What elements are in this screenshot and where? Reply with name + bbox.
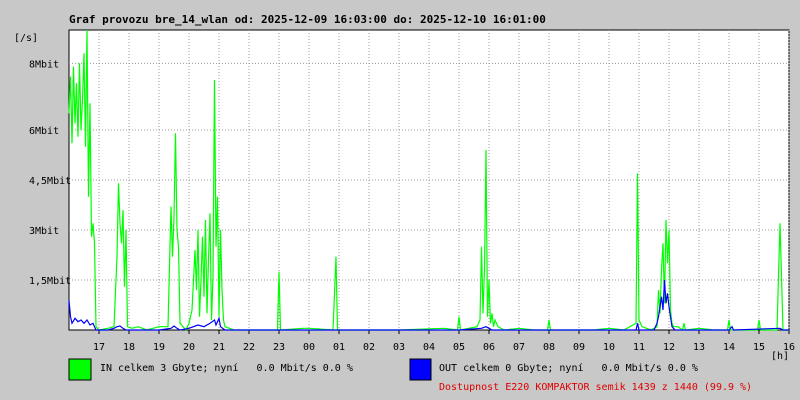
x-axis-unit-label: [h] [771,351,789,362]
x-tick-label: 09 [573,342,585,353]
y-tick-labels: 1,5Mbit 3Mbit 4,5Mbit 6Mbit 8Mbit [29,59,71,287]
x-tick-label: 10 [603,342,615,353]
x-tick-label: 18 [123,342,135,353]
y-tick-label: 6Mbit [29,126,59,137]
legend-in-swatch [68,358,92,381]
y-axis-unit-label: [/s] [14,33,38,44]
x-tick-label: 07 [513,342,525,353]
x-tick-label: 01 [333,342,345,353]
legend-in-label: IN celkem 3 Gbyte; nyní 0.0 Mbit/s 0.0 % [100,362,353,374]
y-tick-label: 4,5Mbit [29,176,71,187]
x-tick-label: 05 [453,342,465,353]
availability-status: Dostupnost E220 KOMPAKTOR semik 1439 z 1… [439,382,752,393]
x-tick-label: 22 [243,342,255,353]
x-tick-label: 02 [363,342,375,353]
x-tick-label: 20 [183,342,195,353]
legend-out-swatch [409,358,432,381]
x-tick-label: 08 [543,342,555,353]
x-tick-label: 14 [723,342,735,353]
chart-title: Graf provozu bre_14_wlan od: 2025-12-09 … [69,13,546,26]
x-tick-label: 21 [213,342,225,353]
y-tick-label: 3Mbit [29,226,59,237]
x-tick-label: 19 [153,342,165,353]
x-tick-label: 13 [693,342,705,353]
x-tick-label: 15 [753,342,765,353]
legend-out-label: OUT celkem 0 Gbyte; nyní 0.0 Mbit/s 0.0 … [439,362,698,374]
x-tick-label: 23 [273,342,285,353]
x-tick-label: 12 [663,342,675,353]
x-tick-label: 03 [393,342,405,353]
x-tick-label: 00 [303,342,315,353]
x-tick-labels: 17 18 19 20 21 22 23 00 01 02 03 04 05 06 07 08 09 10 11 12… [93,342,795,353]
x-tick-label: 11 [633,342,645,353]
x-tick-label: 17 [93,342,105,353]
traffic-chart: Graf provozu bre_14_wlan od: 2025-12-09 … [14,13,795,393]
y-tick-label: 8Mbit [29,59,59,70]
traffic-graph-panel: Graf provozu bre_14_wlan od: 2025-12-09 … [0,0,800,400]
x-tick-label: 06 [483,342,495,353]
y-tick-label: 1,5Mbit [29,276,71,287]
x-tick-label: 04 [423,342,435,353]
